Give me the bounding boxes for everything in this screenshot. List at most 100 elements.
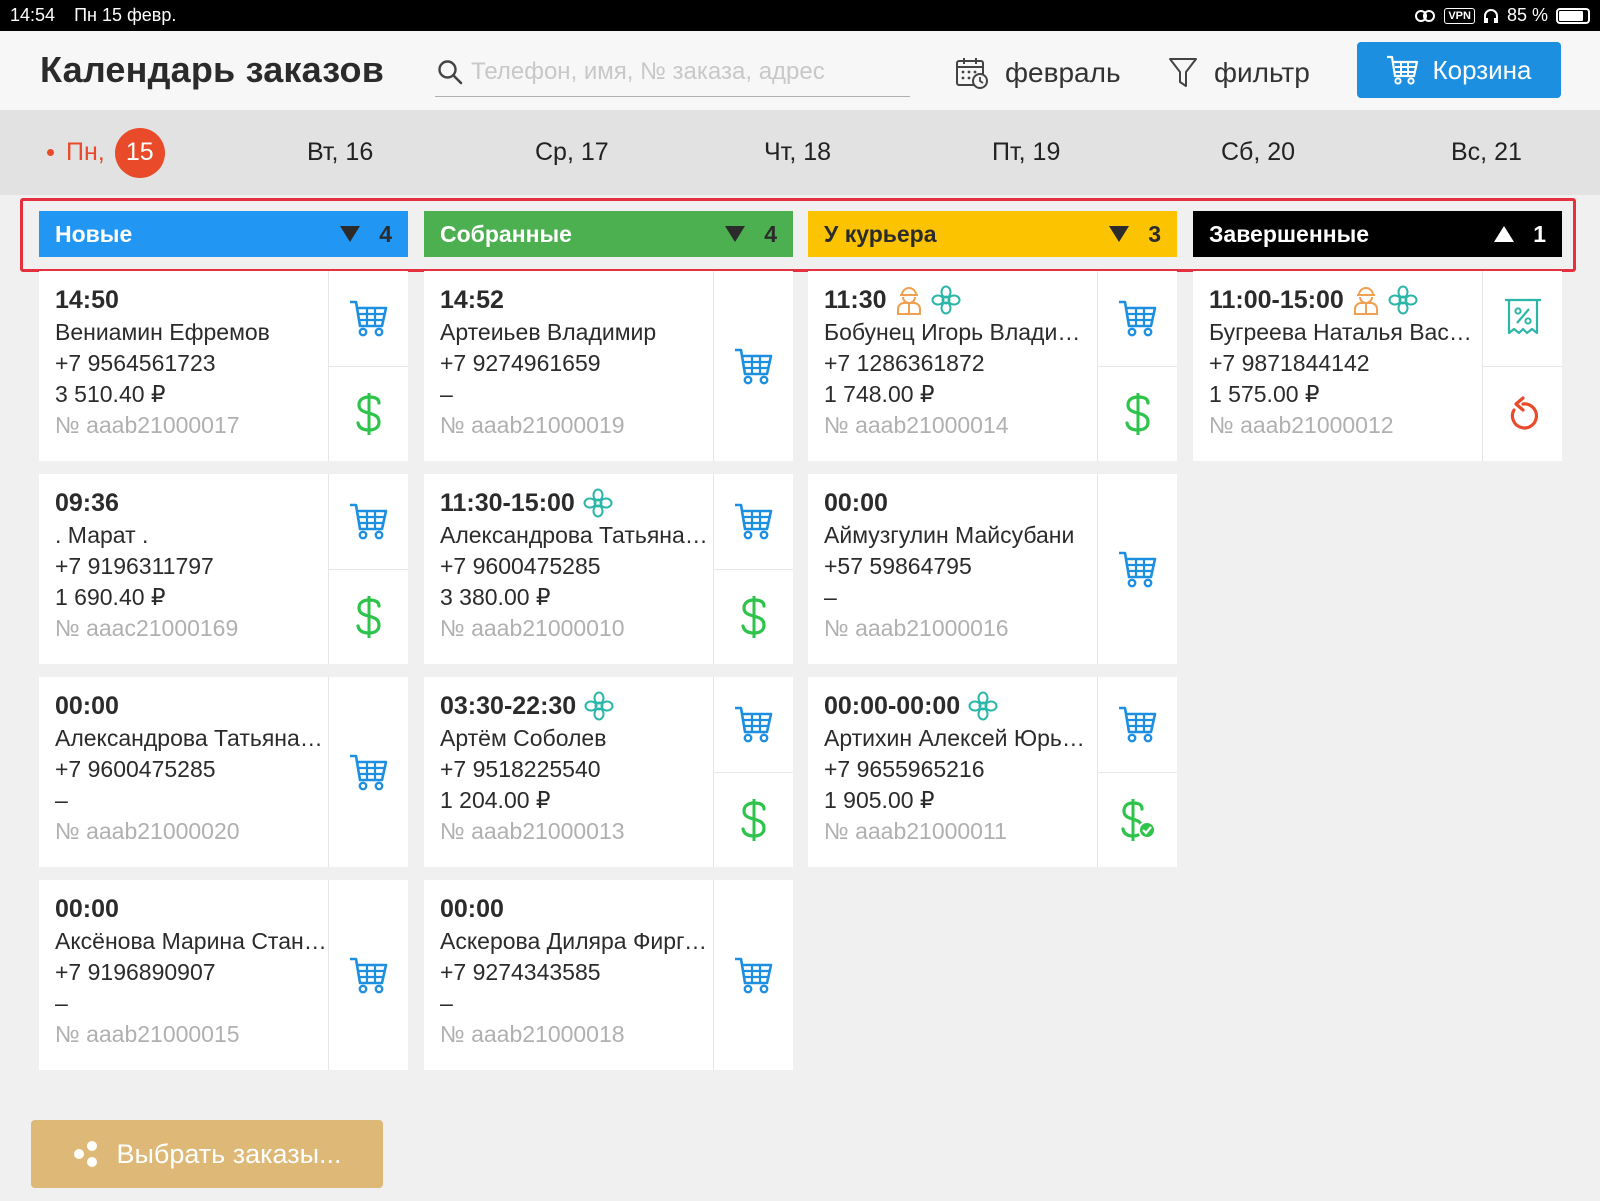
day-label: Сб, 20	[1221, 138, 1296, 166]
dollar-check-action-button[interactable]	[1098, 771, 1177, 868]
order-time: 00:00	[440, 894, 504, 923]
column-header-2[interactable]: У курьера 3	[808, 211, 1177, 257]
order-card[interactable]: 00:00 Александрова Татьяна Владимировна …	[39, 677, 408, 867]
order-info: 00:00 Аймузгулин Майсубани +57 59864795 …	[808, 474, 1098, 664]
cart-action-button[interactable]	[329, 474, 408, 569]
order-card[interactable]: 11:00-15:00 Бугреева Наталья Васильевна …	[1193, 271, 1562, 461]
app-header: Календарь заказов февраль фильтр Корзина	[0, 31, 1600, 110]
order-time: 03:30-22:30	[440, 691, 577, 720]
order-card[interactable]: 03:30-22:30 Артём Соболев +7 9518225540 …	[424, 677, 793, 867]
search-bar	[435, 47, 910, 97]
order-card[interactable]: 00:00 Аймузгулин Майсубани +57 59864795 …	[808, 474, 1177, 664]
column-title: Завершенные	[1209, 220, 1370, 247]
order-sum: 1 905.00 ₽	[824, 787, 935, 813]
order-number: № aaab21000013	[440, 818, 625, 844]
order-sum: 1 748.00 ₽	[824, 381, 935, 407]
order-info: 11:00-15:00 Бугреева Наталья Васильевна …	[1193, 271, 1483, 461]
battery-icon	[1556, 7, 1590, 24]
cart-action-button[interactable]	[1098, 677, 1177, 772]
order-time: 14:52	[440, 285, 504, 314]
search-input[interactable]	[471, 57, 891, 86]
column-header-0[interactable]: Новые 4	[39, 211, 408, 257]
cart-button[interactable]: Корзина	[1357, 42, 1561, 98]
column-header-1[interactable]: Собранные 4	[424, 211, 793, 257]
refresh-icon	[1506, 396, 1540, 432]
day-tuesday[interactable]: Вт, 16	[307, 110, 373, 195]
order-number: № aaac21000169	[55, 615, 239, 641]
customer-name: Александрова Татьяна Владимировна	[55, 725, 327, 751]
customer-name: Артеиьев Владимир	[440, 319, 657, 345]
order-info: 11:30 Бобунец Игорь Владимирович +7 1286…	[808, 271, 1098, 461]
headphones-icon	[1483, 8, 1498, 23]
order-sum: –	[55, 787, 68, 813]
cart-action-button[interactable]	[714, 271, 793, 461]
cart-action-button[interactable]	[714, 474, 793, 569]
order-card[interactable]: 14:50 Вениамин Ефремов +7 9564561723 3 5…	[39, 271, 408, 461]
day-label: Пн,	[66, 138, 105, 166]
day-sunday[interactable]: Вс, 21	[1451, 110, 1522, 195]
day-monday[interactable]: Пн, 15	[47, 110, 165, 195]
order-actions	[1098, 677, 1177, 867]
order-time: 00:00	[824, 488, 888, 517]
customer-name: . Марат .	[55, 522, 149, 548]
refresh-action-button[interactable]	[1483, 365, 1562, 462]
cart-action-button[interactable]	[1098, 474, 1177, 664]
order-card[interactable]: 11:30-15:00 Александрова Татьяна Владими…	[424, 474, 793, 664]
select-orders-button[interactable]: Выбрать заказы...	[31, 1120, 383, 1188]
order-sum: 3 510.40 ₽	[55, 381, 166, 407]
dollar-icon	[739, 594, 769, 640]
cart-icon	[348, 955, 390, 995]
column-header-3[interactable]: Завершенные 1	[1193, 211, 1562, 257]
dollar-action-button[interactable]	[714, 568, 793, 665]
filter-icon	[1169, 58, 1197, 87]
receipt-percent-action-button[interactable]	[1483, 271, 1562, 366]
order-number: № aaab21000017	[55, 412, 240, 438]
order-time: 00:00	[55, 691, 119, 720]
order-card[interactable]: 00:00 Аксёнова Марина Станиславовна +7 9…	[39, 880, 408, 1070]
order-actions	[1098, 474, 1177, 664]
order-card[interactable]: 14:52 Артеиьев Владимир +7 9274961659 – …	[424, 271, 793, 461]
day-number-badge: 15	[114, 127, 165, 178]
order-number: № aaab21000011	[824, 818, 1007, 844]
cart-action-button[interactable]	[329, 677, 408, 867]
day-thursday[interactable]: Чт, 18	[764, 110, 831, 195]
courier-icon	[895, 285, 923, 315]
day-saturday[interactable]: Сб, 20	[1221, 110, 1295, 195]
order-actions	[329, 880, 408, 1070]
dollar-action-button[interactable]	[329, 365, 408, 462]
order-card[interactable]: 11:30 Бобунец Игорь Владимирович +7 1286…	[808, 271, 1177, 461]
cart-action-button[interactable]	[1098, 271, 1177, 366]
month-picker-button[interactable]: февраль	[955, 51, 1121, 95]
dollar-action-button[interactable]	[714, 771, 793, 868]
filter-button[interactable]: фильтр	[1168, 51, 1310, 95]
month-label: февраль	[1005, 57, 1121, 88]
customer-name: Бобунец Игорь Владимирович	[824, 319, 1096, 345]
triangle-up-icon	[1493, 225, 1515, 243]
link-icon	[1415, 9, 1436, 22]
status-time: 14:54	[10, 5, 56, 25]
page-title: Календарь заказов	[40, 49, 385, 90]
day-wednesday[interactable]: Ср, 17	[535, 110, 609, 195]
order-info: 14:52 Артеиьев Владимир +7 9274961659 – …	[424, 271, 714, 461]
order-card[interactable]: 09:36 . Марат . +7 9196311797 1 690.40 ₽…	[39, 474, 408, 664]
order-number: № aaab21000014	[824, 412, 1009, 438]
cart-action-button[interactable]	[329, 271, 408, 366]
order-actions	[714, 677, 793, 867]
dollar-icon	[1123, 391, 1153, 437]
dollar-action-button[interactable]	[1098, 365, 1177, 462]
cart-action-button[interactable]	[714, 677, 793, 772]
order-actions	[1098, 271, 1177, 461]
cart-action-button[interactable]	[329, 880, 408, 1070]
column-title: У курьера	[824, 220, 937, 247]
order-time: 11:30-15:00	[440, 488, 575, 517]
cart-action-button[interactable]	[714, 880, 793, 1070]
order-card[interactable]: 00:00-00:00 Артихин Алексей Юрьевич +7 9…	[808, 677, 1177, 867]
order-sum: 1 204.00 ₽	[440, 787, 551, 813]
flower-icon	[584, 691, 614, 721]
dollar-action-button[interactable]	[329, 568, 408, 665]
order-card[interactable]: 00:00 Аскерова Диляра Фиргатовна +7 9274…	[424, 880, 793, 1070]
status-date: Пн 15 февр.	[74, 5, 177, 25]
day-label: Вс, 21	[1451, 138, 1522, 166]
customer-phone: +7 9600475285	[55, 756, 216, 782]
day-friday[interactable]: Пт, 19	[992, 110, 1060, 195]
